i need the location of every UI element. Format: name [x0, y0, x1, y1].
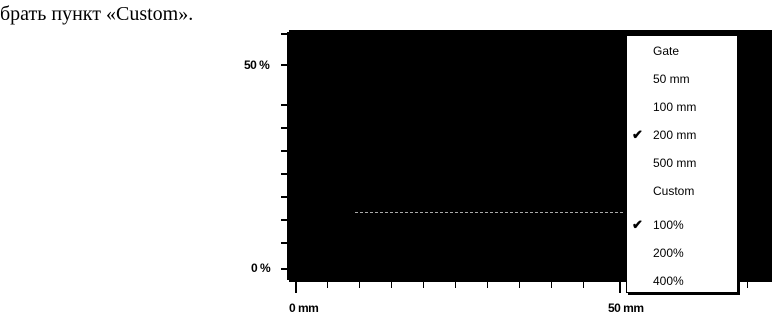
menu-item-100mm[interactable]: 100 mm	[627, 96, 737, 118]
menu-item-50mm[interactable]: 50 mm	[627, 68, 737, 90]
menu-item-label: 100 mm	[653, 100, 697, 114]
y-tick	[281, 33, 289, 35]
x-tick	[619, 282, 621, 293]
x-tick	[359, 282, 360, 288]
y-tick	[281, 64, 289, 66]
menu-item-label: 100%	[653, 218, 684, 232]
x-tick	[747, 282, 748, 288]
x-tick	[583, 282, 584, 288]
x-tick	[487, 282, 488, 288]
menu-item-label: 500 mm	[653, 156, 697, 170]
menu-item-label: Custom	[653, 184, 695, 198]
menu-item-zoom-200[interactable]: 200%	[627, 242, 737, 264]
scale-context-menu: Gate 50 mm 100 mm ✔ 200 mm 500 mm Custom…	[626, 35, 738, 293]
screenshot-page: брать пункт «Custom». 50 % 0 % 0 mm 50 m…	[0, 0, 772, 316]
menu-item-gate[interactable]: Gate	[627, 40, 737, 62]
x-tick	[519, 282, 520, 288]
menu-item-zoom-400[interactable]: 400%	[627, 270, 737, 292]
x-axis-label-mid: 50 mm	[608, 301, 644, 315]
menu-item-zoom-100[interactable]: ✔ 100%	[627, 214, 737, 236]
x-tick	[551, 282, 552, 288]
x-tick	[327, 282, 328, 288]
menu-item-custom[interactable]: Custom	[627, 180, 737, 202]
gate-line	[355, 212, 625, 213]
y-tick	[281, 150, 289, 152]
menu-item-label: 50 mm	[653, 72, 690, 86]
menu-item-label: Gate	[653, 44, 680, 58]
caption-text: брать пункт «Custom».	[0, 3, 194, 25]
x-tick	[295, 282, 297, 293]
y-tick	[281, 104, 289, 106]
y-tick	[281, 268, 289, 270]
y-axis-label-min: 0 %	[251, 261, 271, 275]
y-tick	[281, 242, 289, 244]
menu-item-label: 400%	[653, 274, 684, 288]
y-tick	[281, 196, 289, 198]
y-tick	[281, 219, 289, 221]
x-tick	[391, 282, 392, 288]
y-axis-label-max: 50 %	[244, 58, 270, 72]
y-tick	[281, 127, 289, 129]
menu-item-label: 200 mm	[653, 128, 697, 142]
x-tick	[423, 282, 424, 288]
x-axis-label-start: 0 mm	[289, 301, 319, 315]
x-tick	[455, 282, 456, 288]
menu-item-500mm[interactable]: 500 mm	[627, 152, 737, 174]
menu-separator	[631, 206, 733, 207]
menu-item-label: 200%	[653, 246, 684, 260]
menu-item-200mm[interactable]: ✔ 200 mm	[627, 124, 737, 146]
y-tick	[281, 173, 289, 175]
checkmark-icon: ✔	[632, 217, 643, 232]
checkmark-icon: ✔	[632, 127, 643, 142]
